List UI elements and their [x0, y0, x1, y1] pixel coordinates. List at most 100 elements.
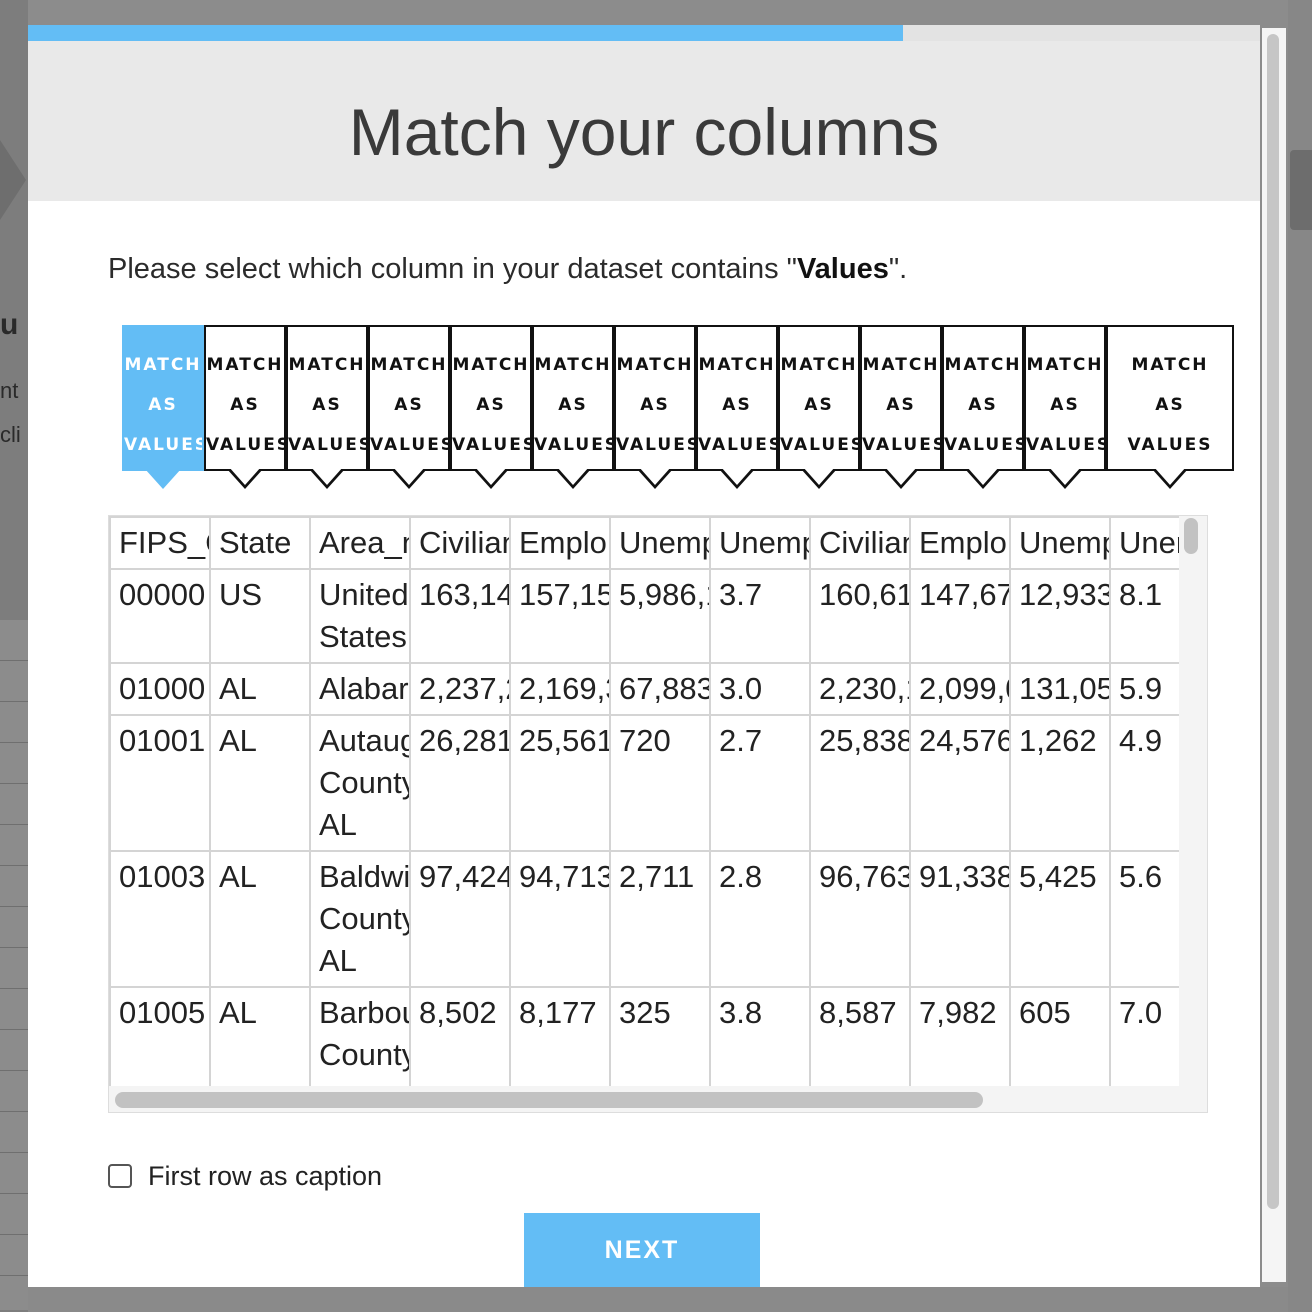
table-header-row: FIPS_CStateArea_nCivilianEmploUnempUnemp…: [109, 516, 1179, 570]
match-button-pointer-8: [719, 467, 755, 489]
first-row-caption-checkbox[interactable]: [108, 1164, 132, 1188]
table-cell: 67,883: [609, 662, 711, 716]
match-button-pointer-4: [391, 467, 427, 489]
match-button-pointer-1: [145, 469, 181, 489]
match-button-pointer-3: [309, 467, 345, 489]
table-cell: Emplo: [909, 516, 1011, 570]
match-button-pointer-6: [555, 467, 591, 489]
match-as-values-button-4[interactable]: MATCH AS VALUES: [368, 325, 450, 471]
modal-scrollbar-thumb[interactable]: [1267, 34, 1279, 1209]
background-text-2: nt: [0, 378, 19, 403]
match-button-pointer-12: [1047, 467, 1083, 489]
match-as-values-button-2[interactable]: MATCH AS VALUES: [204, 325, 286, 471]
match-as-values-button-6[interactable]: MATCH AS VALUES: [532, 325, 614, 471]
table-cell: 25,838: [809, 714, 911, 852]
table-cell: US: [209, 568, 311, 664]
table-row: 00000USUnitedStates163,14157,155,986,13.…: [109, 568, 1179, 664]
table-cell: 01001: [109, 714, 211, 852]
match-as-values-button-8[interactable]: MATCH AS VALUES: [696, 325, 778, 471]
next-button[interactable]: NEXT: [524, 1213, 760, 1287]
match-columns-modal: Match your columns Please select which c…: [28, 25, 1260, 1287]
table-cell: 2,237,2: [409, 662, 511, 716]
table-cell: 01003: [109, 850, 211, 988]
table-cell: 94,713: [509, 850, 611, 988]
background-text-1: u: [0, 308, 19, 341]
first-row-caption-label: First row as caption: [148, 1160, 383, 1191]
table-cell: 00000: [109, 568, 211, 664]
modal-scrollbar: [1262, 28, 1286, 1282]
table-cell: 26,281: [409, 714, 511, 852]
first-row-caption-toggle[interactable]: First row as caption: [108, 1159, 382, 1193]
data-table: FIPS_CStateArea_nCivilianEmploUnempUnemp…: [109, 516, 1179, 1086]
instruction-field: Values: [796, 253, 889, 285]
match-as-values-button-13[interactable]: MATCH AS VALUES: [1106, 325, 1234, 471]
table-cell: 2.7: [709, 714, 811, 852]
match-button-pointer-10: [883, 467, 919, 489]
table-row: 01000ALAlabar2,237,22,169,367,8833.02,23…: [109, 662, 1179, 716]
table-cell: Civilian: [409, 516, 511, 570]
table-cell: FIPS_C: [109, 516, 211, 570]
table-cell: Unemp: [1009, 516, 1111, 570]
table-vertical-scrollbar[interactable]: [1184, 518, 1198, 554]
match-as-values-button-5[interactable]: MATCH AS VALUES: [450, 325, 532, 471]
table-cell: 25,561: [509, 714, 611, 852]
table-viewport: FIPS_CStateArea_nCivilianEmploUnempUnemp…: [109, 516, 1179, 1086]
progress-fill: [28, 25, 903, 41]
match-as-values-button-1[interactable]: MATCH AS VALUES: [122, 325, 204, 471]
match-as-values-button-12[interactable]: MATCH AS VALUES: [1024, 325, 1106, 471]
match-button-row: MATCH AS VALUES MATCH AS VALUES MATCH AS VALUES M…: [122, 325, 1242, 495]
table-cell: 8.1: [1109, 568, 1179, 664]
table-cell: AL: [209, 662, 311, 716]
table-cell: Area_n: [309, 516, 411, 570]
table-cell: Baldwi County AL: [309, 850, 411, 988]
table-cell: Unemp: [609, 516, 711, 570]
match-as-values-button-11[interactable]: MATCH AS VALUES: [942, 325, 1024, 471]
table-cell: 91,338: [909, 850, 1011, 988]
table-cell: 3.8: [709, 986, 811, 1086]
table-cell: 2,711: [609, 850, 711, 988]
table-row: 01001 AL Autaug County AL 26,281 25,561 720 2.7 2…: [109, 714, 1179, 852]
progress-bar: [28, 25, 1260, 41]
table-cell: 7,982: [909, 986, 1011, 1086]
match-as-values-button-9[interactable]: MATCH AS VALUES: [778, 325, 860, 471]
background-rows: [0, 620, 28, 1310]
table-cell: 2,169,3: [509, 662, 611, 716]
table-cell: 01005: [109, 986, 211, 1086]
match-button-pointer-5: [473, 467, 509, 489]
background-bottom: [28, 1287, 1288, 1312]
table-row: 01005ALBarbouCountyAL8,5028,1773253.88,5…: [109, 986, 1179, 1086]
table-cell: AL: [209, 714, 311, 852]
match-button-pointer-13: [1152, 467, 1188, 489]
modal-title: Match your columns: [348, 95, 940, 169]
table-horizontal-scrollbar[interactable]: [115, 1092, 983, 1108]
match-button-pointer-2: [227, 467, 263, 489]
table-cell: 3.0: [709, 662, 811, 716]
table-cell: 5,425: [1009, 850, 1111, 988]
table-cell: 325: [609, 986, 711, 1086]
background-text-3: cli: [0, 422, 21, 447]
background-right-handle: [1290, 150, 1312, 230]
match-button-pointer-11: [965, 467, 1001, 489]
table-cell: Autaug County AL: [309, 714, 411, 852]
match-as-values-button-10[interactable]: MATCH AS VALUES: [860, 325, 942, 471]
table-cell: 1,262: [1009, 714, 1111, 852]
table-cell: 4.9: [1109, 714, 1179, 852]
data-preview: FIPS_CStateArea_nCivilianEmploUnempUnemp…: [108, 515, 1208, 1113]
modal-header: Match your columns: [28, 41, 1260, 201]
table-cell: 147,67: [909, 568, 1011, 664]
table-cell: Emplo: [509, 516, 611, 570]
table-cell: 96,763: [809, 850, 911, 988]
table-cell: 2.8: [709, 850, 811, 988]
table-cell: AL: [209, 986, 311, 1086]
table-cell: BarbouCountyAL: [309, 986, 411, 1086]
table-row: 01003 AL Baldwi County AL 97,424 94,713 2,711 2.…: [109, 850, 1179, 988]
table-cell: Alabar: [309, 662, 411, 716]
table-cell: Unemp: [709, 516, 811, 570]
match-button-pointer-9: [801, 467, 837, 489]
match-button-pointer-7: [637, 467, 673, 489]
table-cell: 8,502: [409, 986, 511, 1086]
table-cell: Uner: [1109, 516, 1179, 570]
match-as-values-button-7[interactable]: MATCH AS VALUES: [614, 325, 696, 471]
instruction-text: Please select which column in your datas…: [108, 253, 907, 286]
match-as-values-button-3[interactable]: MATCH AS VALUES: [286, 325, 368, 471]
